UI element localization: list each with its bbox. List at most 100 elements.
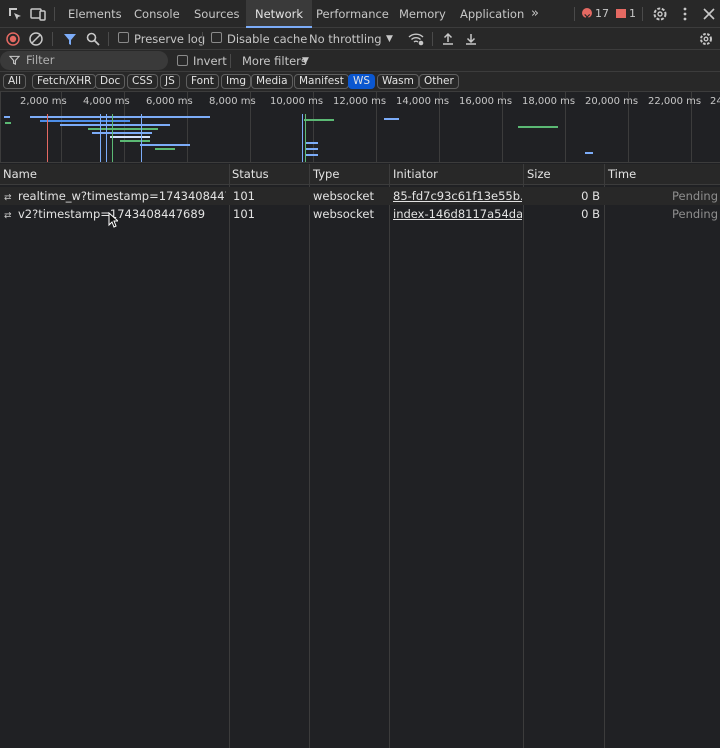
- timeline-tick-label: 22,000 ms: [648, 96, 702, 107]
- network-toolbar: Preserve log Disable cache No throttling…: [0, 28, 720, 50]
- column-header-size[interactable]: Size: [524, 164, 551, 185]
- overview-request-bar: [518, 126, 558, 128]
- network-overview-timeline[interactable]: 2,000 ms 4,000 ms 6,000 ms 8,000 ms 10,0…: [0, 92, 720, 163]
- tab-performance[interactable]: Performance: [307, 0, 398, 28]
- issues-count-badge[interactable]: 1: [616, 0, 636, 28]
- type-filter-manifest[interactable]: Manifest: [294, 74, 349, 89]
- type-filter-font[interactable]: Font: [186, 74, 219, 89]
- overview-request-bar: [306, 148, 318, 150]
- error-count-badge[interactable]: 17: [582, 0, 609, 32]
- type-filter-all[interactable]: All: [3, 74, 27, 89]
- column-header-initiator[interactable]: Initiator: [390, 164, 438, 185]
- divider: [108, 32, 109, 46]
- column-header-status[interactable]: Status: [229, 164, 269, 185]
- timeline-tick-label: 24: [710, 96, 720, 107]
- column-header-time[interactable]: Time: [605, 164, 636, 185]
- close-devtools-icon[interactable]: [700, 5, 718, 23]
- column-divider: [604, 164, 605, 748]
- search-icon[interactable]: [85, 31, 101, 47]
- throttling-select[interactable]: No throttling: [309, 28, 382, 50]
- size-cell: 0 B: [581, 189, 600, 203]
- overview-request-bar: [4, 116, 10, 118]
- column-header-name[interactable]: Name: [0, 164, 37, 185]
- initiator-link[interactable]: index-146d8117a54dae78.: [393, 205, 522, 223]
- overview-request-bar: [384, 118, 399, 120]
- inspect-element-icon[interactable]: [6, 5, 24, 23]
- devtools-tab-bar: Elements Console Sources Network Perform…: [0, 0, 720, 32]
- filter-funnel-icon[interactable]: [62, 31, 78, 47]
- more-tabs-chevron-icon[interactable]: »: [527, 0, 543, 28]
- divider: [202, 32, 203, 46]
- more-filters-dropdown[interactable]: More filters: [242, 50, 307, 72]
- network-settings-gear-icon[interactable]: [698, 31, 714, 47]
- column-divider: [229, 164, 230, 748]
- preserve-log-label: Preserve log: [134, 32, 206, 46]
- resource-type-filters: All Fetch/XHR Doc CSS JS Font Img Media …: [0, 72, 720, 92]
- overview-request-bar: [304, 119, 334, 121]
- timeline-tick-label: 6,000 ms: [146, 96, 193, 107]
- divider: [432, 32, 433, 46]
- invert-checkbox[interactable]: [177, 55, 188, 66]
- timeline-tick-label: 18,000 ms: [522, 96, 576, 107]
- tab-application[interactable]: Application: [451, 0, 533, 28]
- type-filter-js[interactable]: JS: [160, 74, 180, 89]
- tab-network[interactable]: Network: [246, 0, 313, 28]
- device-toolbar-icon[interactable]: [29, 5, 47, 23]
- type-filter-ws[interactable]: WS: [348, 74, 376, 89]
- timeline-tick-label: 8,000 ms: [209, 96, 256, 107]
- divider: [230, 54, 231, 68]
- column-header-type[interactable]: Type: [310, 164, 339, 185]
- timeline-tick-label: 12,000 ms: [333, 96, 387, 107]
- overview-request-bar: [585, 152, 593, 154]
- mouse-pointer-icon: [108, 212, 118, 228]
- timeline-tick-label: 14,000 ms: [396, 96, 450, 107]
- request-name: realtime_w?timestamp=1743408447688: [18, 189, 226, 203]
- timeline-tick-label: 20,000 ms: [585, 96, 639, 107]
- overview-request-bar: [40, 120, 130, 122]
- column-divider: [309, 164, 310, 748]
- tab-elements[interactable]: Elements: [58, 0, 132, 28]
- tab-memory[interactable]: Memory: [390, 0, 455, 28]
- type-filter-fetch-xhr[interactable]: Fetch/XHR: [32, 74, 97, 89]
- filter-funnel-icon: [9, 55, 20, 66]
- type-filter-img[interactable]: Img: [221, 74, 251, 89]
- type-filter-wasm[interactable]: Wasm: [377, 74, 419, 89]
- divider: [642, 7, 643, 21]
- timeline-gridline: [0, 92, 1, 162]
- size-cell: 0 B: [581, 207, 600, 221]
- chevron-down-icon[interactable]: ▼: [302, 50, 309, 72]
- chevron-down-icon[interactable]: ▼: [386, 28, 393, 50]
- disable-cache-label: Disable cache: [227, 32, 308, 46]
- table-row[interactable]: ⇄realtime_w?timestamp=1743408447688 101 …: [0, 187, 720, 205]
- overview-request-bar: [60, 124, 170, 126]
- overview-request-bar: [92, 132, 152, 134]
- type-filter-css[interactable]: CSS: [127, 74, 158, 89]
- disable-cache-checkbox[interactable]: [211, 32, 222, 43]
- divider: [54, 7, 55, 21]
- column-divider: [389, 164, 390, 748]
- type-filter-other[interactable]: Other: [419, 74, 459, 89]
- settings-gear-icon[interactable]: [651, 5, 669, 23]
- import-har-upload-icon[interactable]: [440, 31, 456, 47]
- export-har-download-icon[interactable]: [463, 31, 479, 47]
- error-count: 17: [595, 7, 609, 20]
- network-conditions-wifi-icon[interactable]: [407, 31, 425, 47]
- type-cell: websocket: [313, 189, 374, 203]
- tab-console[interactable]: Console: [124, 0, 190, 28]
- overview-request-bar: [30, 116, 210, 118]
- time-cell: Pending: [672, 189, 718, 203]
- filter-placeholder: Filter: [26, 53, 55, 67]
- preserve-log-checkbox[interactable]: [118, 32, 129, 43]
- more-options-icon[interactable]: [676, 5, 694, 23]
- tab-sources[interactable]: Sources: [185, 0, 249, 28]
- type-cell: websocket: [313, 207, 374, 221]
- filter-input[interactable]: Filter: [0, 51, 168, 70]
- clear-log-icon[interactable]: [28, 31, 44, 47]
- websocket-arrows-icon: ⇄: [4, 193, 12, 203]
- initiator-link[interactable]: 85-fd7c93c61f13e55b.js:1: [393, 187, 522, 205]
- stop-recording-icon[interactable]: [5, 31, 21, 47]
- overview-marker-line: [302, 114, 303, 162]
- type-filter-doc[interactable]: Doc: [95, 74, 126, 89]
- type-filter-media[interactable]: Media: [251, 74, 293, 89]
- issue-count: 1: [629, 7, 636, 20]
